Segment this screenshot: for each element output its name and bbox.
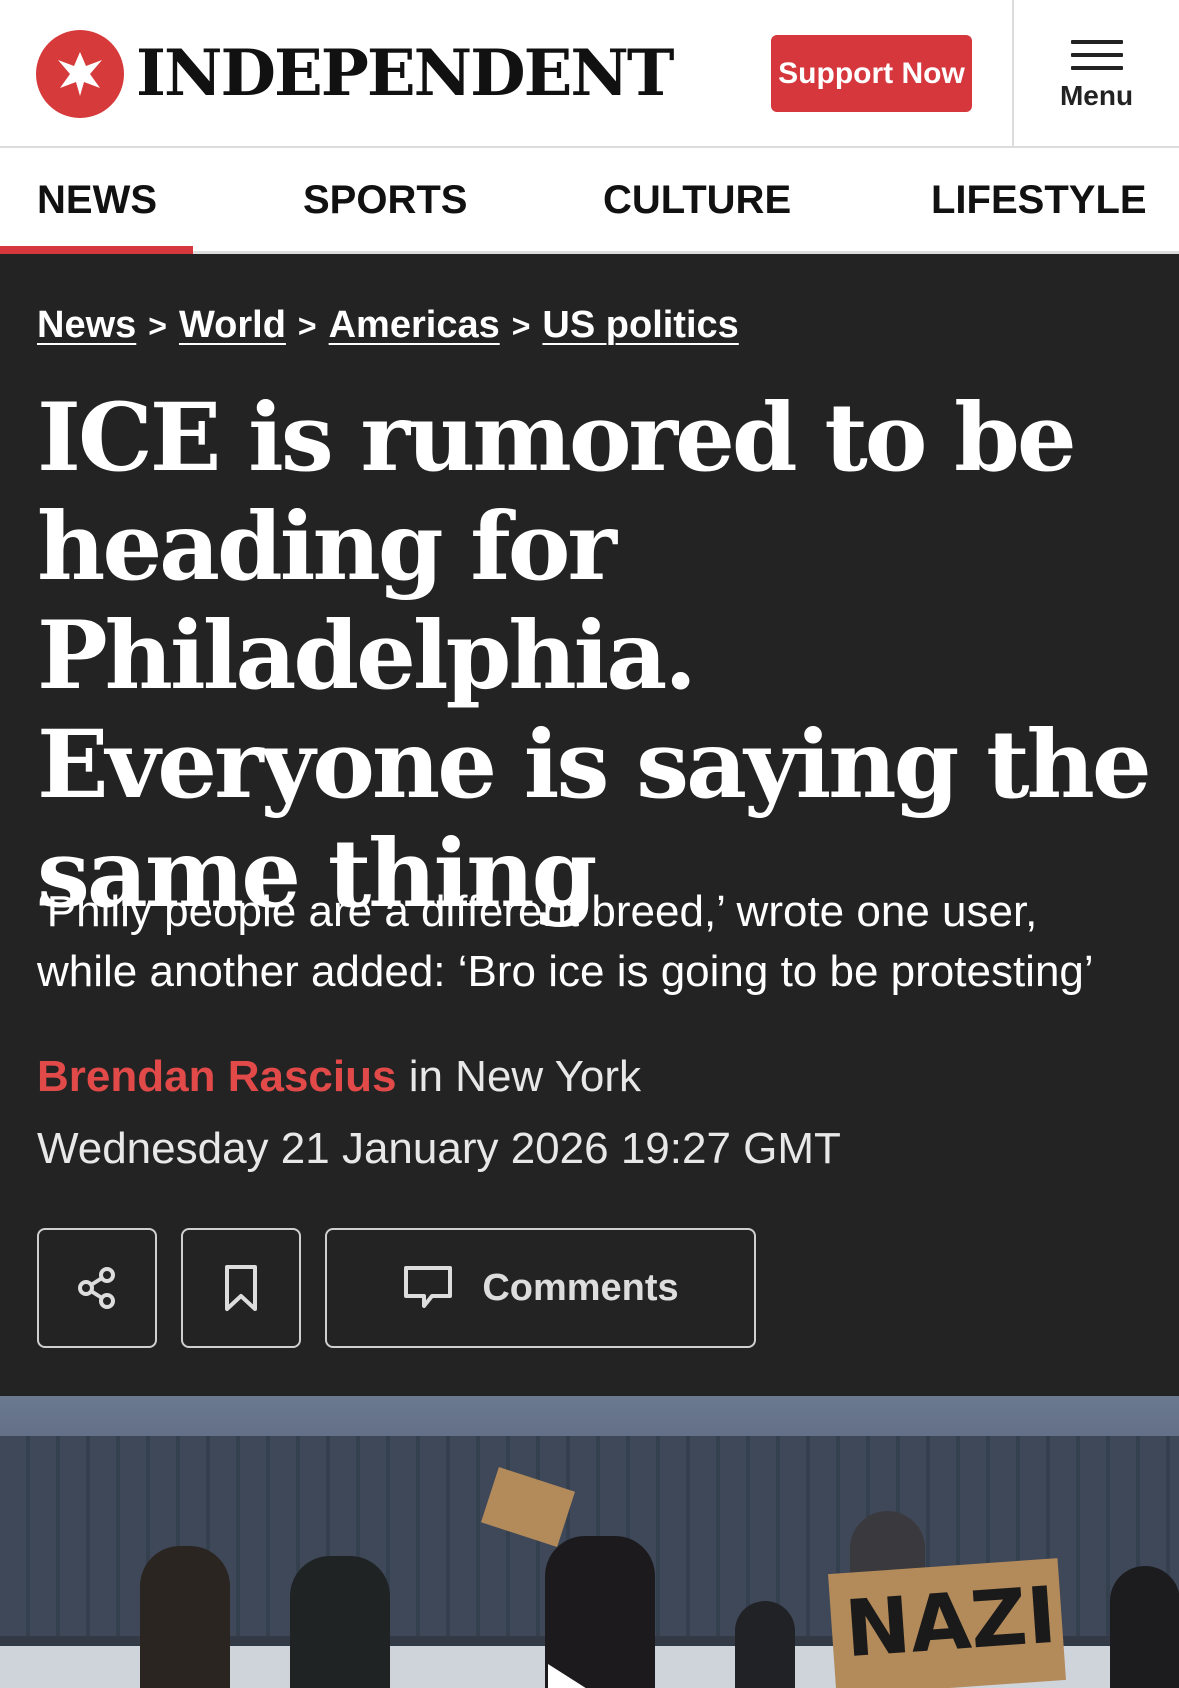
eagle-icon <box>58 52 102 96</box>
bookmark-button[interactable] <box>181 1228 301 1348</box>
protester-figure <box>735 1601 795 1688</box>
publish-date: Wednesday 21 January 2026 19:27 GMT <box>37 1124 841 1173</box>
author-link[interactable]: Brendan Rascius <box>37 1052 396 1101</box>
protester-figure <box>1110 1566 1179 1688</box>
tab-lifestyle[interactable]: LIFESTYLE <box>931 178 1147 223</box>
share-icon <box>78 1267 115 1309</box>
eagle-logo-icon[interactable] <box>36 30 124 118</box>
protester-figure <box>140 1546 230 1688</box>
bookmark-icon <box>225 1265 257 1311</box>
share-button[interactable] <box>37 1228 157 1348</box>
article-header: News > World > Americas > US politics ICE is r… <box>0 254 1179 1396</box>
breadcrumb-world[interactable]: World <box>179 304 286 346</box>
site-header: INDEPENDENT Support Now Menu <box>0 0 1179 148</box>
breadcrumb-separator: > <box>148 308 167 344</box>
article-standfirst: ‘Philly people are a different breed,’ w… <box>37 887 1094 996</box>
breadcrumb-separator: > <box>297 308 317 344</box>
breadcrumb-us-politics[interactable]: US politics <box>542 304 738 346</box>
tab-culture[interactable]: CULTURE <box>603 178 791 223</box>
play-icon[interactable] <box>548 1664 592 1688</box>
breadcrumb: News > World > Americas > US politics <box>37 304 739 347</box>
tab-news[interactable]: NEWS <box>37 178 157 223</box>
comments-button[interactable]: Comments <box>325 1228 756 1348</box>
tab-sports[interactable]: SPORTS <box>303 178 467 223</box>
byline-location: in New York <box>408 1052 642 1101</box>
breadcrumb-americas[interactable]: Americas <box>329 304 500 346</box>
protester-figure <box>290 1556 390 1688</box>
article-headline: ICE is rumored to be heading for Philade… <box>37 383 1152 929</box>
hero-video-thumbnail[interactable]: NAZI <box>0 1396 1179 1688</box>
section-nav: NEWS SPORTS CULTURE LIFESTYLE <box>0 148 1179 254</box>
breadcrumb-news[interactable]: News <box>37 304 136 346</box>
byline: Brendan Rascius in New York <box>37 1052 641 1102</box>
menu-button[interactable]: Menu <box>1014 0 1179 146</box>
active-tab-indicator <box>0 246 193 254</box>
hamburger-icon <box>1070 40 1123 70</box>
comment-icon <box>404 1266 453 1308</box>
protest-sign-text: NAZI <box>842 1570 1060 1676</box>
site-brand[interactable]: INDEPENDENT <box>136 36 675 112</box>
comments-label: Comments <box>482 1266 679 1309</box>
breadcrumb-separator: > <box>511 308 531 344</box>
support-now-button[interactable]: Support Now <box>771 35 972 112</box>
menu-label: Menu <box>1059 80 1134 111</box>
